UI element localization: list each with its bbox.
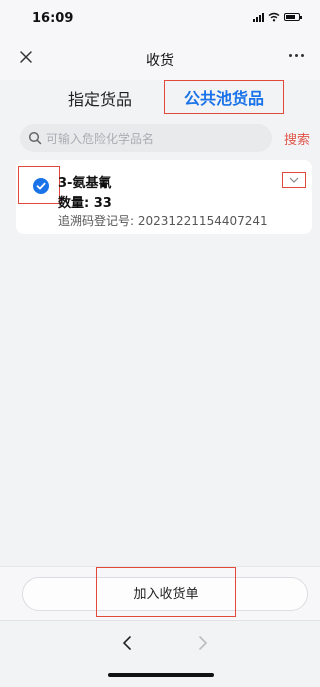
chevron-left-icon[interactable] [120,635,134,651]
search-placeholder: 可输入危险化学品名 [46,131,155,146]
add-to-receipt-button[interactable]: 加入收货单 [96,567,236,617]
status-bar: 16:09 [0,0,320,36]
item-quantity: 数量: 33 [58,196,112,211]
battery-icon [284,13,302,21]
chevron-down-icon [289,177,299,183]
signal-icon [253,12,264,22]
expand-button[interactable] [282,172,306,188]
item-trace-code: 追溯码登记号: 20231221154407241 [58,214,268,228]
nav-bar: 收货 [0,36,320,80]
item-name: 3-氨基氰 [58,176,112,191]
search-icon [28,131,42,145]
tab-public-pool-goods[interactable]: 公共池货品 [164,80,284,114]
check-icon [33,178,49,194]
wifi-icon [268,12,280,22]
tab-bar: 指定货品 公共池货品 [0,80,320,118]
tab-designated-goods[interactable]: 指定货品 [68,86,132,110]
page-title: 收货 [146,53,174,69]
browser-toolbar [0,620,320,687]
search-row: 可输入危险化学品名 搜索 [20,124,310,152]
item-checkbox[interactable] [18,166,60,204]
search-button[interactable]: 搜索 [284,129,310,148]
status-icons [253,12,302,22]
search-input[interactable]: 可输入危险化学品名 [20,124,272,152]
status-time: 16:09 [32,11,74,26]
chevron-right-icon [199,636,208,650]
list-item: 3-氨基氰 数量: 33 追溯码登记号: 20231221154407241 [16,160,312,234]
more-icon[interactable] [285,50,308,61]
home-indicator [108,673,214,677]
bottom-bar: 加入收货单 [0,566,320,621]
